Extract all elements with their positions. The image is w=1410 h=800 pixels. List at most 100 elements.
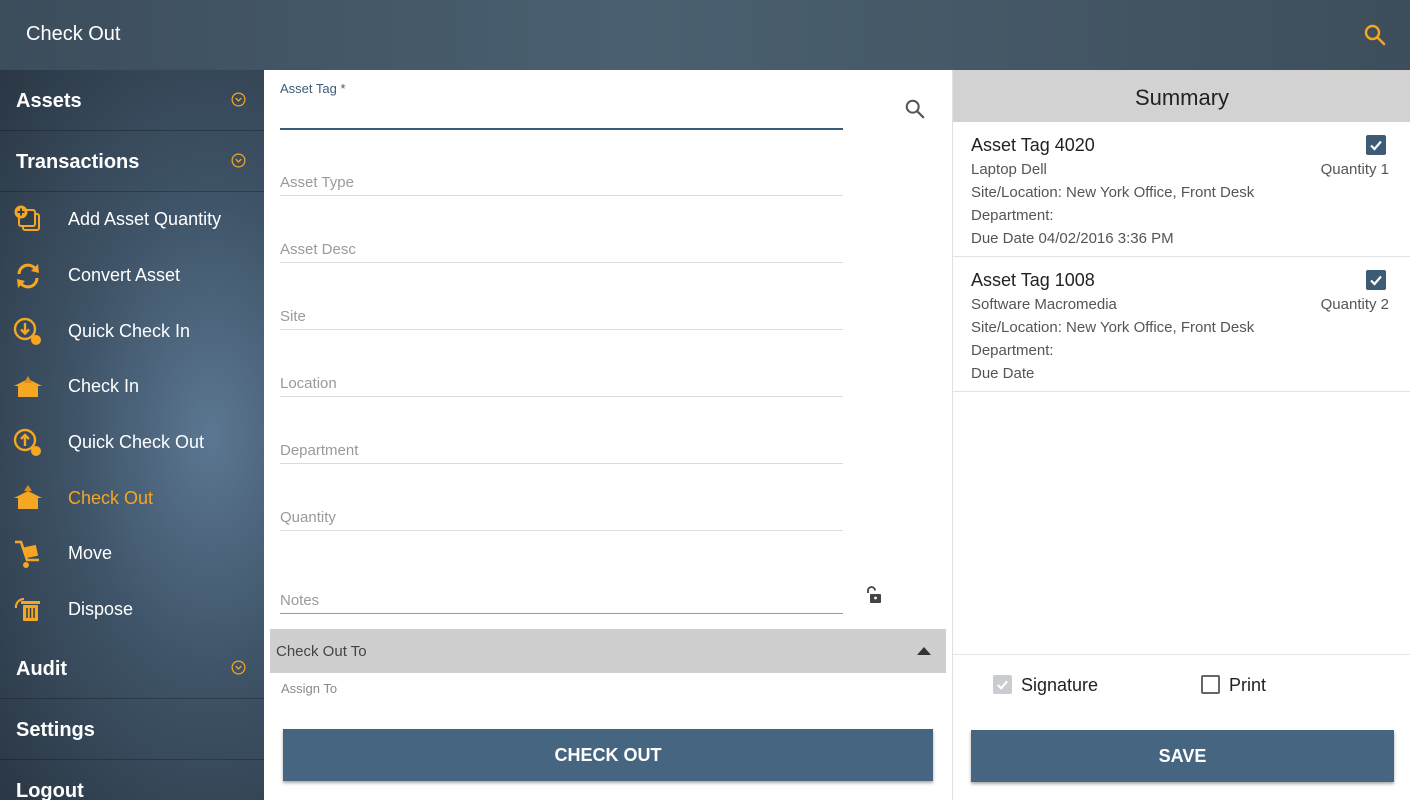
sidebar-section-logout[interactable]: Logout (0, 760, 264, 800)
summary-panel: Summary Asset Tag 4020 Laptop Dell Quant… (952, 70, 1410, 800)
site-field[interactable]: Site (280, 306, 843, 330)
entry-quantity: Quantity 1 (1320, 161, 1389, 178)
collapse-arrow-icon (917, 647, 931, 655)
quick-check-out-icon (13, 428, 41, 456)
entry-quantity: Quantity 2 (1320, 296, 1389, 313)
sidebar-item-check-out[interactable]: Check Out (0, 471, 264, 527)
notes-placeholder: Notes (280, 592, 320, 609)
convert-asset-icon (17, 263, 39, 289)
unlock-icon[interactable] (864, 585, 884, 605)
input-underline (280, 128, 843, 130)
notes-field[interactable]: Notes (280, 590, 843, 614)
divider (953, 654, 1410, 655)
page-title: Check Out (26, 23, 121, 45)
app-header: Check Out (0, 0, 1410, 70)
assign-to-label: Assign To (281, 681, 338, 696)
summary-title: Summary (1134, 85, 1230, 110)
sidebar-section-label: Transactions (16, 151, 140, 173)
sidebar-section-label: Settings (16, 719, 95, 741)
chevron-down-icon (231, 92, 246, 107)
sidebar-item-label: Convert Asset (68, 265, 181, 285)
entry-site-location: Site/Location: New York Office, Front De… (971, 184, 1255, 201)
asset-tag-field[interactable]: Asset Tag * (280, 70, 843, 132)
summary-entry[interactable]: Asset Tag 4020 Laptop Dell Quantity 1 Si… (953, 122, 1410, 257)
sidebar-section-assets[interactable]: Assets (0, 70, 264, 131)
search-icon[interactable] (904, 98, 926, 120)
entry-checkbox[interactable] (1366, 270, 1386, 290)
summary-header: Summary (953, 70, 1410, 122)
checkmark-icon (1370, 140, 1382, 151)
entry-department: Department: (971, 342, 1054, 359)
sidebar-item-label: Check In (68, 376, 140, 396)
site-placeholder: Site (280, 308, 306, 325)
add-asset-quantity-icon (14, 205, 40, 231)
input-underline (280, 613, 843, 614)
search-icon[interactable] (1363, 23, 1387, 47)
sidebar-item-label: Quick Check Out (68, 432, 205, 452)
asset-tag-label: Asset Tag * (280, 81, 346, 96)
print-label: Print (1229, 675, 1267, 695)
signature-option[interactable]: Signature (993, 674, 1133, 696)
asset-type-placeholder: Asset Type (280, 174, 354, 191)
input-underline (280, 329, 843, 330)
sidebar-item-check-in[interactable]: Check In (0, 359, 264, 415)
entry-asset-type: Laptop Dell (971, 161, 1047, 178)
sidebar-item-label: Dispose (68, 599, 134, 619)
sidebar-item-label: Move (68, 543, 113, 563)
sidebar-item-quick-check-in[interactable]: Quick Check In (0, 304, 264, 360)
check-out-icon (14, 485, 42, 509)
entry-asset-type: Software Macromedia (971, 296, 1117, 313)
department-placeholder: Department (280, 442, 359, 459)
move-icon (15, 540, 39, 568)
sidebar-item-dispose[interactable]: Dispose (0, 582, 264, 638)
chevron-down-icon (231, 153, 246, 168)
signature-label: Signature (1021, 675, 1099, 695)
quantity-field[interactable]: Quantity (280, 507, 843, 531)
sidebar-section-label: Audit (16, 658, 68, 680)
asset-type-field[interactable]: Asset Type (280, 172, 843, 196)
sidebar-item-label: Check Out (68, 488, 154, 508)
quick-check-in-icon (13, 317, 41, 345)
sidebar-section-settings[interactable]: Settings (0, 699, 264, 760)
sidebar-section-transactions[interactable]: Transactions (0, 131, 264, 192)
input-underline (280, 195, 843, 196)
entry-due-date: Due Date (971, 365, 1035, 382)
check-out-to-section-header[interactable]: Check Out To (270, 629, 946, 673)
quantity-placeholder: Quantity (280, 509, 336, 526)
check-out-form: Asset Tag * Asset Type Asset Desc Site L… (264, 70, 952, 800)
entry-checkbox[interactable] (1366, 135, 1386, 155)
check-out-button[interactable]: CHECK OUT (283, 729, 933, 781)
entry-department: Department: (971, 207, 1054, 224)
location-field[interactable]: Location (280, 373, 843, 397)
input-underline (280, 463, 843, 464)
check-out-to-label: Check Out To (276, 643, 367, 660)
input-underline (280, 396, 843, 397)
sidebar-item-move[interactable]: Move (0, 526, 264, 582)
sidebar-item-add-asset-quantity[interactable]: Add Asset Quantity (0, 192, 264, 248)
sidebar-item-label: Quick Check In (68, 321, 191, 341)
checkmark-icon (997, 680, 1008, 690)
department-field[interactable]: Department (280, 440, 843, 464)
dispose-icon (14, 597, 40, 621)
sidebar-section-audit[interactable]: Audit (0, 638, 264, 699)
entry-site-location: Site/Location: New York Office, Front De… (971, 319, 1255, 336)
location-placeholder: Location (280, 375, 337, 392)
input-underline (280, 262, 843, 263)
asset-desc-field[interactable]: Asset Desc (280, 239, 843, 263)
signature-checkbox[interactable] (993, 675, 1012, 694)
sidebar-item-label: Add Asset Quantity (68, 209, 222, 229)
save-button[interactable]: SAVE (971, 730, 1394, 782)
chevron-down-icon (231, 660, 246, 675)
print-option[interactable]: Print (1201, 674, 1301, 696)
input-underline (280, 530, 843, 531)
sidebar-item-quick-check-out[interactable]: Quick Check Out (0, 415, 264, 471)
sidebar-section-label: Assets (16, 90, 82, 112)
summary-entry[interactable]: Asset Tag 1008 Software Macromedia Quant… (953, 257, 1410, 392)
entry-due-date: Due Date 04/02/2016 3:36 PM (971, 230, 1174, 247)
checkmark-icon (1370, 275, 1382, 286)
check-in-icon (14, 376, 42, 397)
print-checkbox[interactable] (1201, 675, 1220, 694)
sidebar-item-convert-asset[interactable]: Convert Asset (0, 248, 264, 304)
navigation-drawer: Assets Transactions Add Asset Quantity C… (0, 70, 264, 800)
sidebar-section-label: Logout (16, 780, 84, 800)
